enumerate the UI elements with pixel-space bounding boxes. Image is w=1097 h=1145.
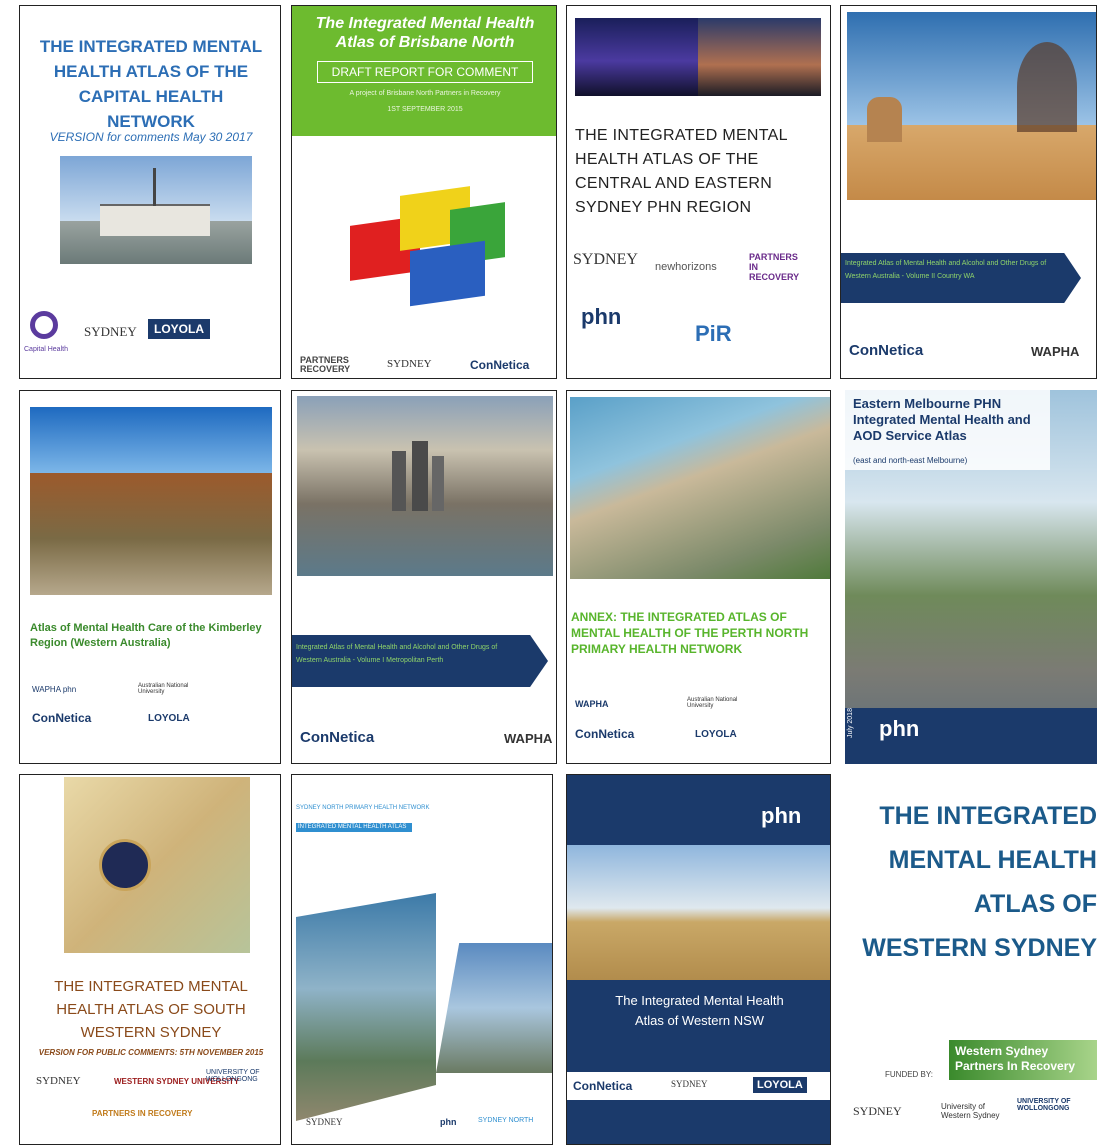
cover-title: THE INTEGRATED MENTAL HEALTH ATLAS OF WE…: [862, 802, 1097, 962]
atlas-cover-eastern-melbourne[interactable]: Eastern Melbourne PHN Integrated Mental …: [845, 390, 1097, 764]
atlas-cover-country-wa[interactable]: Integrated Atlas of Mental Health and Al…: [840, 5, 1097, 379]
phn-logo: phn: [581, 304, 622, 329]
cover-title: The Integrated Mental Health Atlas of We…: [615, 993, 784, 1028]
cover-date: 1ST SEPTEMBER 2015: [387, 106, 463, 113]
cover-date: July 2018: [847, 708, 854, 738]
loyola-logo: LOYOLA: [148, 319, 210, 339]
cover-subtitle: A project of Brisbane North Partners in …: [349, 90, 501, 97]
loyola-logo: LOYOLA: [148, 713, 190, 724]
sydney-logo: SYDNEY: [573, 251, 638, 268]
city-dusk-photo: [698, 18, 821, 96]
uws-logo: University of Western Sydney: [941, 1102, 1000, 1120]
perth-city-photo: [297, 396, 553, 576]
city-night-photo: [575, 18, 698, 96]
cover-title: Eastern Melbourne PHN Integrated Mental …: [853, 396, 1031, 443]
sydney-logo: SYDNEY: [671, 1079, 708, 1089]
harbour-bridge-photo: [436, 943, 552, 1073]
funded-by-label: FUNDED BY:: [885, 1070, 934, 1079]
atlas-cover-sydney-north[interactable]: SYDNEY NORTH PRIMARY HEALTH NETWORK INTE…: [291, 774, 553, 1145]
phn-logo: phn: [440, 1117, 457, 1127]
sydney-logo: SYDNEY: [84, 324, 137, 339]
sydney-logo: SYDNEY: [387, 358, 432, 370]
cover-subtitle: VERSION for comments May 30 2017: [49, 130, 253, 144]
connetica-logo: ConNetica: [575, 727, 635, 741]
sydney-logo: SYDNEY: [853, 1104, 902, 1118]
cover-subtitle: INTEGRATED MENTAL HEALTH ATLAS: [296, 823, 412, 832]
phn-logo: phn: [761, 803, 802, 828]
historic-map-image: [64, 777, 250, 953]
perth-north-aerial-photo: [570, 397, 830, 579]
city-photo-collage: [296, 893, 436, 1121]
partners-recovery-logo: PARTNERS IN RECOVERY: [92, 1109, 193, 1118]
kimberley-photo: [30, 407, 272, 595]
cover-title: SYDNEY NORTH PRIMARY HEALTH NETWORK: [296, 805, 430, 811]
cover-subtitle: VERSION FOR PUBLIC COMMENTS: 5TH NOVEMBE…: [38, 1048, 264, 1057]
cover-title: ANNEX: THE INTEGRATED ATLAS OF MENTAL HE…: [571, 610, 809, 656]
atlas-cover-kimberley[interactable]: Atlas of Mental Health Care of the Kimbe…: [19, 390, 281, 764]
connetica-logo: ConNetica: [470, 358, 530, 372]
atlas-cover-perth-north[interactable]: ANNEX: THE INTEGRATED ATLAS OF MENTAL HE…: [566, 390, 831, 764]
draft-banner: DRAFT REPORT FOR COMMENT: [317, 61, 533, 83]
atlas-cover-western-nsw[interactable]: phn The Integrated Mental Health Atlas o…: [566, 774, 831, 1145]
sydney-logo: SYDNEY: [306, 1117, 343, 1127]
connetica-logo: ConNetica: [32, 711, 92, 725]
pir-logo: PiR: [695, 321, 732, 346]
anu-logo: Australian National University: [687, 697, 738, 709]
sydney-north-logo: SYDNEY NORTH: [478, 1117, 534, 1124]
cover-title: The Integrated Mental Health Atlas of Br…: [315, 15, 535, 51]
wapha-logo: WAPHA: [1031, 344, 1080, 359]
cover-title: Integrated Atlas of Mental Health and Al…: [296, 644, 498, 664]
atlas-cover-western-sydney[interactable]: THE INTEGRATED MENTAL HEALTH ATLAS OF WE…: [845, 774, 1097, 1145]
atlas-cover-metropolitan-perth[interactable]: Integrated Atlas of Mental Health and Al…: [291, 390, 557, 764]
anu-logo: Australian National University: [138, 683, 189, 695]
connetica-logo: ConNetica: [573, 1079, 633, 1093]
parliament-photo: [60, 156, 252, 264]
capital-health-logo: [30, 311, 58, 339]
atlas-cover-capital-health[interactable]: THE INTEGRATED MENTAL HEALTH ATLAS OF TH…: [19, 5, 281, 379]
loyola-logo: LOYOLA: [753, 1077, 807, 1093]
atlas-cover-brisbane-north[interactable]: The Integrated Mental Health Atlas of Br…: [291, 5, 557, 379]
connetica-logo: ConNetica: [300, 729, 375, 746]
capital-health-label: Capital Health: [24, 346, 68, 353]
partners-recovery-logo: PARTNERS IN RECOVERY: [749, 252, 800, 282]
partners-recovery-logo: PARTNERS RECOVERY: [300, 355, 351, 374]
footer-pattern: [567, 1100, 830, 1144]
cover-subtitle: (east and north-east Melbourne): [853, 456, 968, 465]
cover-title: THE INTEGRATED MENTAL HEALTH ATLAS OF TH…: [575, 127, 788, 216]
desert-photo: [847, 12, 1096, 200]
newhorizons-logo: newhorizons: [655, 261, 717, 273]
wollongong-logo: UNIVERSITY OF WOLLONGONG: [206, 1069, 260, 1083]
wapha-phn-logo: WAPHA phn: [32, 685, 77, 694]
cover-title: Integrated Atlas of Mental Health and Al…: [845, 260, 1047, 280]
connetica-logo: ConNetica: [849, 342, 924, 359]
cover-title: THE INTEGRATED MENTAL HEALTH ATLAS OF TH…: [39, 37, 263, 131]
cover-title: THE INTEGRATED MENTAL HEALTH ATLAS OF SO…: [54, 978, 248, 1041]
puzzle-illustration: [340, 181, 510, 311]
hay-field-photo: [567, 845, 830, 985]
phn-logo: phn: [879, 716, 920, 741]
atlas-cover-south-western-sydney[interactable]: THE INTEGRATED MENTAL HEALTH ATLAS OF SO…: [19, 774, 281, 1145]
cover-title: Atlas of Mental Health Care of the Kimbe…: [30, 622, 262, 649]
atlas-cover-central-eastern-sydney[interactable]: THE INTEGRATED MENTAL HEALTH ATLAS OF TH…: [566, 5, 831, 379]
wapha-logo: WAPHA: [504, 731, 553, 746]
wollongong-logo: UNIVERSITY OF WOLLONGONG: [1017, 1098, 1071, 1112]
sydney-logo: SYDNEY: [36, 1075, 81, 1087]
loyola-logo: LOYOLA: [695, 729, 737, 740]
funder-banner: Western Sydney Partners In Recovery: [949, 1040, 1097, 1080]
wapha-logo: WAPHA: [575, 699, 609, 709]
